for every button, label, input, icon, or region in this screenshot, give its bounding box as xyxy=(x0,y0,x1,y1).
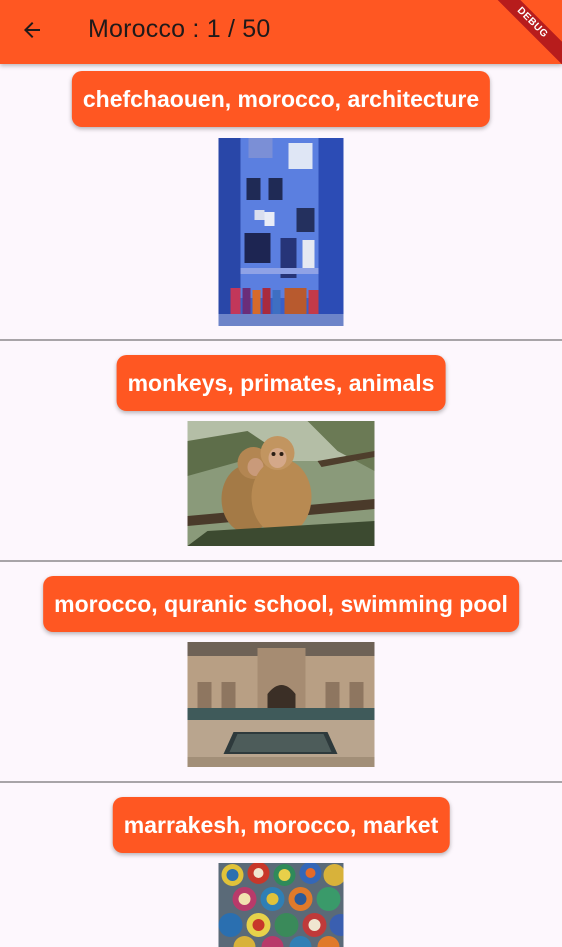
marrakesh-market-photo[interactable] xyxy=(218,863,344,947)
monkeys-photo[interactable] xyxy=(187,421,375,546)
arrow-left-icon xyxy=(20,18,44,47)
tag-chip[interactable]: chefchaouen, morocco, architecture xyxy=(71,71,491,127)
tag-chip[interactable]: marrakesh, morocco, market xyxy=(112,797,450,853)
list-item: marrakesh, morocco, market xyxy=(0,783,562,947)
tag-chip[interactable]: morocco, quranic school, swimming pool xyxy=(43,576,519,632)
page-title: Morocco : 1 / 50 xyxy=(88,15,271,43)
image-list[interactable]: chefchaouen, morocco, architecture monke… xyxy=(0,64,562,947)
list-item: chefchaouen, morocco, architecture xyxy=(0,64,562,341)
list-item: morocco, quranic school, swimming pool xyxy=(0,562,562,783)
list-item: monkeys, primates, animals xyxy=(0,341,562,562)
chefchaouen-photo[interactable] xyxy=(218,138,344,326)
tag-chip[interactable]: monkeys, primates, animals xyxy=(116,355,446,411)
back-button[interactable] xyxy=(12,12,52,52)
quranic-school-photo[interactable] xyxy=(187,642,375,767)
app-bar: Morocco : 1 / 50 xyxy=(0,0,562,64)
